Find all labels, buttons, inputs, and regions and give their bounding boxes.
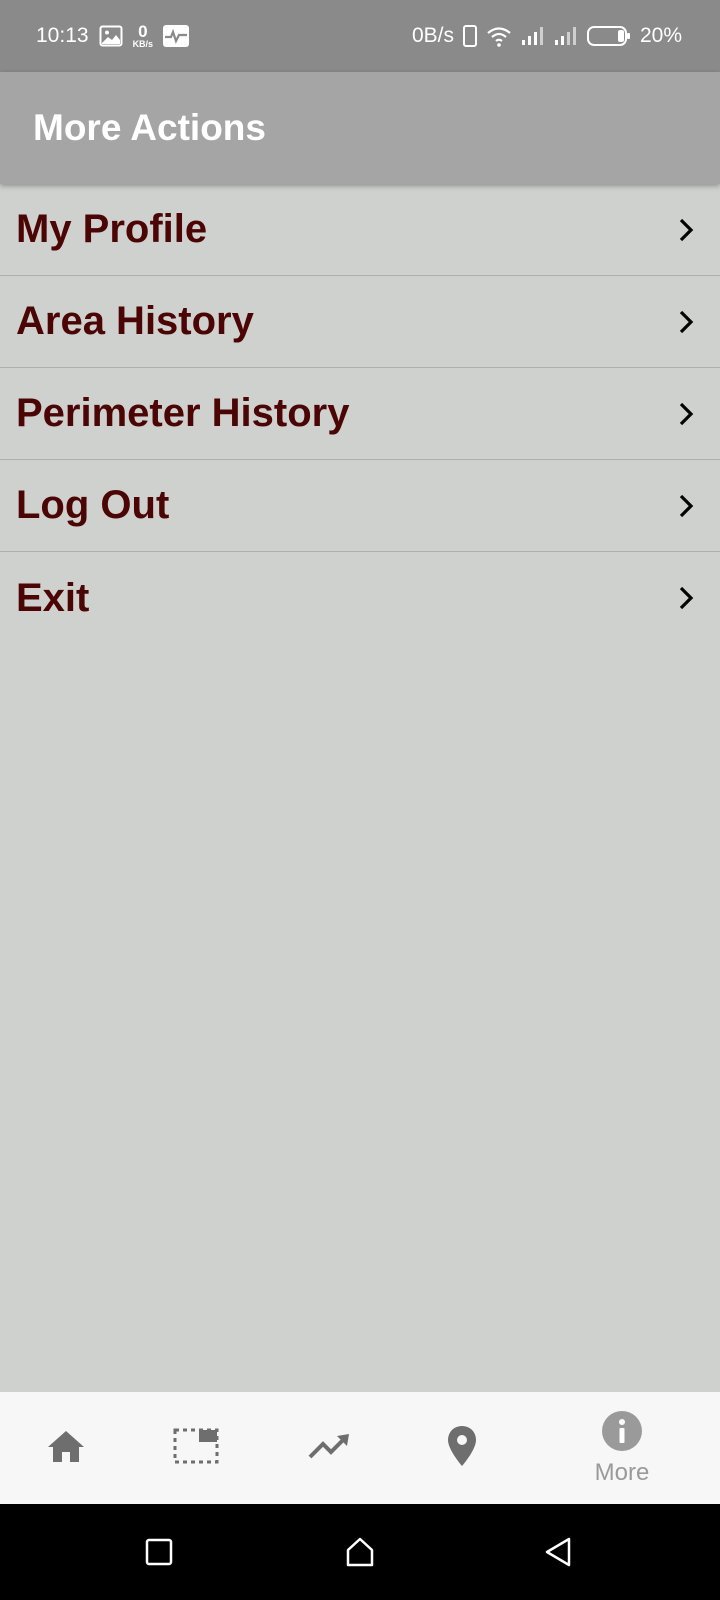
menu-item-area-history[interactable]: Area History	[0, 276, 720, 368]
app-bar: More Actions	[0, 72, 720, 184]
square-icon	[145, 1538, 173, 1571]
nav-more-label: More	[594, 1458, 650, 1486]
back-button[interactable]	[538, 1534, 578, 1574]
nav-trends[interactable]	[300, 1392, 360, 1504]
menu-item-label: Area History	[16, 299, 254, 343]
chevron-right-icon	[676, 401, 696, 427]
chevron-right-icon	[676, 493, 696, 519]
signal-icon	[554, 26, 578, 46]
battery-icon	[586, 25, 631, 47]
area-select-icon	[172, 1426, 220, 1471]
system-navigation-bar	[0, 1504, 720, 1600]
nav-home[interactable]	[36, 1392, 96, 1504]
nav-more[interactable]: More	[582, 1392, 662, 1504]
chevron-right-icon	[676, 585, 696, 611]
network-speed-indicator: 0 KB/s	[132, 22, 154, 49]
menu-item-log-out[interactable]: Log Out	[0, 460, 720, 552]
chevron-right-icon	[676, 309, 696, 335]
actions-menu: My Profile Area History Perimeter Histor…	[0, 184, 720, 644]
menu-item-label: Perimeter History	[16, 391, 350, 435]
bottom-navigation: More	[0, 1392, 720, 1504]
chevron-right-icon	[676, 217, 696, 243]
nav-area[interactable]	[166, 1392, 226, 1504]
nav-location[interactable]	[432, 1392, 492, 1504]
menu-item-exit[interactable]: Exit	[0, 552, 720, 644]
phone-outline-icon	[462, 25, 477, 47]
back-triangle-icon	[543, 1536, 573, 1573]
battery-percent: 20%	[639, 24, 682, 47]
page-title: More Actions	[33, 107, 266, 148]
signal-icon	[521, 26, 545, 46]
home-button[interactable]	[340, 1534, 380, 1574]
trending-up-icon	[308, 1431, 352, 1466]
recents-button[interactable]	[139, 1534, 179, 1574]
info-icon	[601, 1410, 643, 1457]
menu-item-label: My Profile	[16, 207, 208, 251]
menu-item-label: Exit	[16, 575, 90, 620]
status-bar: 10:13 0 KB/s 0B/s 20%	[0, 0, 720, 72]
image-icon	[99, 25, 123, 47]
data-rate: 0B/s	[411, 24, 454, 47]
menu-item-my-profile[interactable]: My Profile	[0, 184, 720, 276]
menu-item-perimeter-history[interactable]: Perimeter History	[0, 368, 720, 460]
location-pin-icon	[446, 1425, 478, 1472]
home-outline-icon	[344, 1536, 376, 1573]
clock: 10:13	[36, 24, 89, 47]
menu-item-label: Log Out	[16, 483, 170, 527]
activity-icon	[163, 25, 190, 47]
home-icon	[46, 1428, 86, 1469]
wifi-icon	[486, 25, 512, 47]
